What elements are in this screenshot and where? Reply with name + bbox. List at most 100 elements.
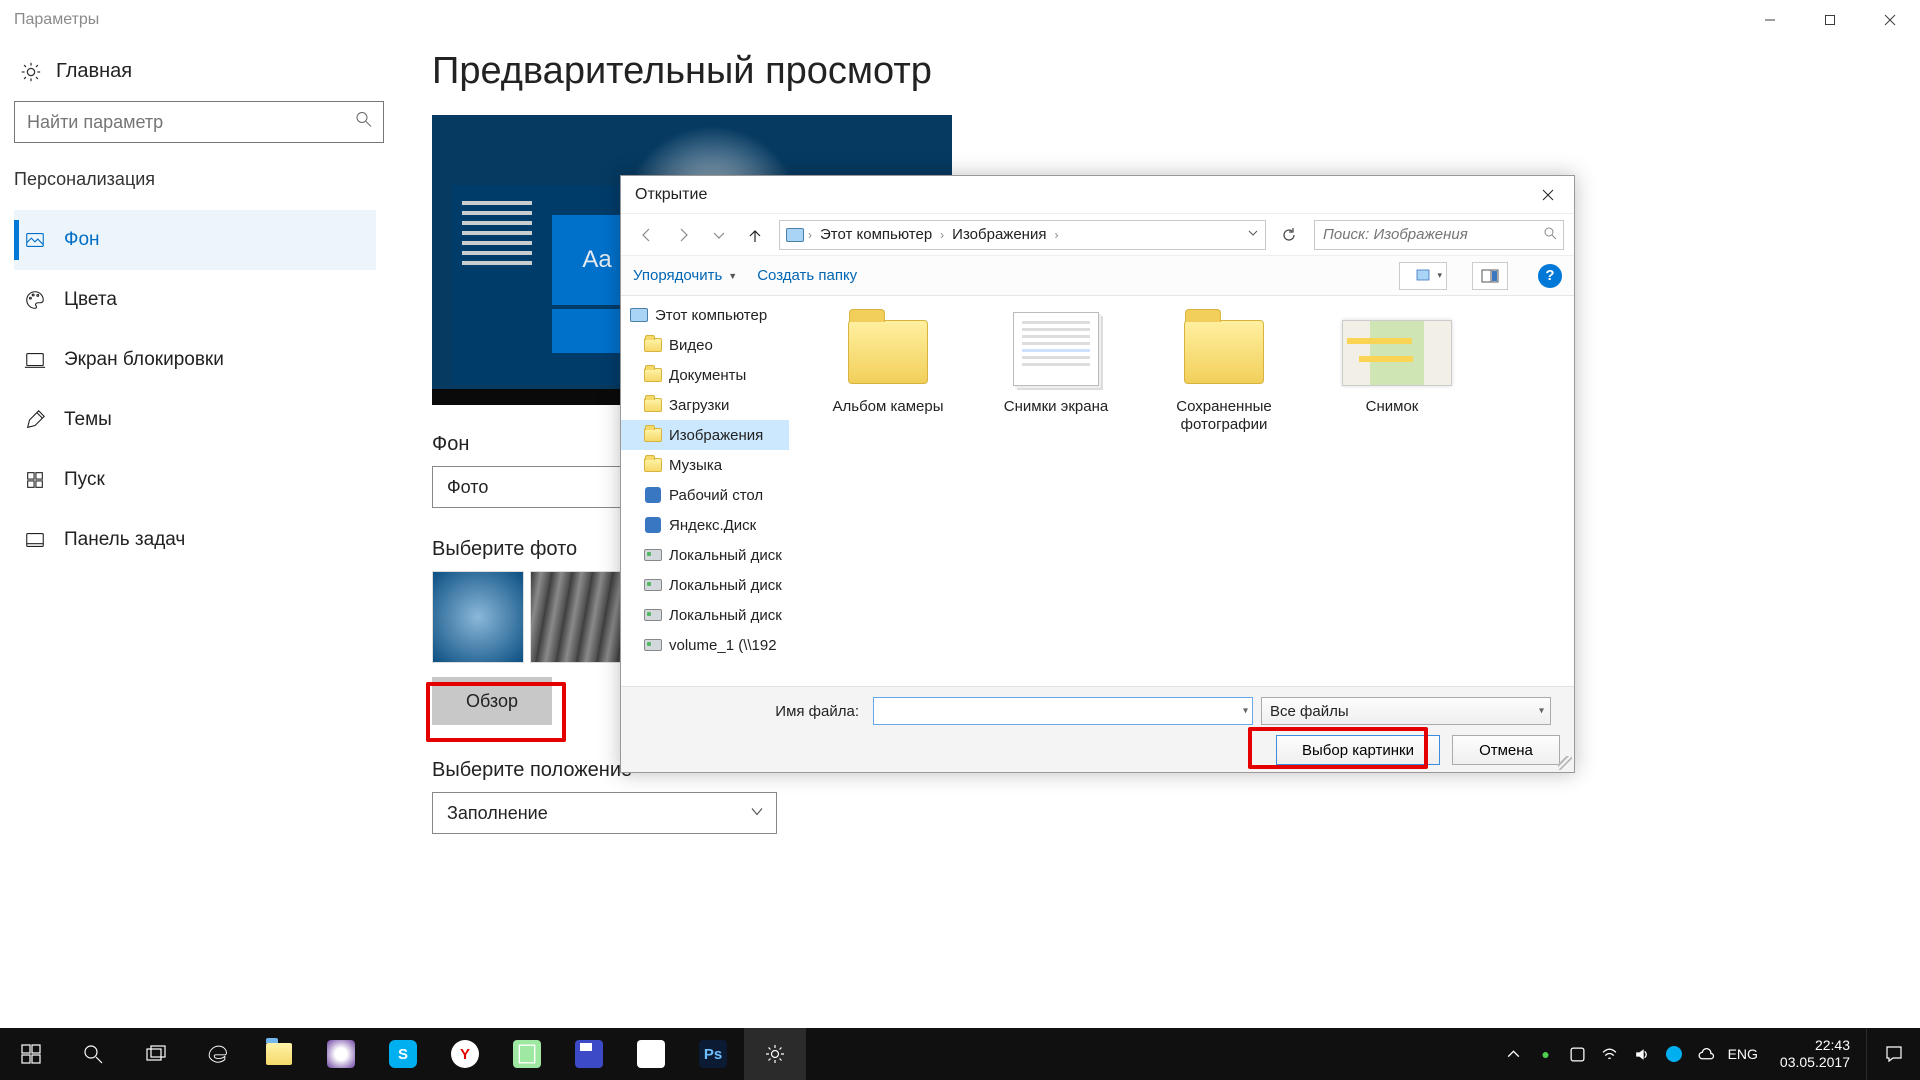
nav-up-button[interactable]	[739, 221, 771, 249]
folder-tree[interactable]: Этот компьютер Видео Документы Загрузки …	[621, 296, 807, 686]
cancel-button[interactable]: Отмена	[1452, 735, 1560, 765]
photo-thumb[interactable]	[530, 571, 622, 663]
tray-clock[interactable]: 22:43 03.05.2017	[1770, 1037, 1860, 1071]
taskbar-explorer[interactable]	[248, 1028, 310, 1080]
nav-item-label: Фон	[64, 229, 100, 251]
organize-button[interactable]: Упорядочить▼	[633, 267, 737, 284]
filename-input[interactable]	[874, 698, 1252, 724]
refresh-button[interactable]	[1274, 227, 1304, 243]
taskbar-photoshop[interactable]: Ps	[682, 1028, 744, 1080]
dialog-close-button[interactable]	[1521, 176, 1574, 213]
nav-lockscreen[interactable]: Экран блокировки	[14, 330, 376, 390]
browse-button[interactable]: Обзор	[432, 677, 552, 725]
nav-item-label: Темы	[64, 409, 112, 431]
taskbar-paint[interactable]	[620, 1028, 682, 1080]
settings-search[interactable]	[14, 101, 384, 143]
dialog-search-input[interactable]	[1315, 221, 1563, 249]
select-picture-button[interactable]: Выбор картинки	[1276, 735, 1440, 765]
tree-this-pc[interactable]: Этот компьютер	[621, 300, 807, 330]
tray-date: 03.05.2017	[1780, 1054, 1850, 1071]
resize-grip[interactable]	[1558, 756, 1572, 770]
filename-label: Имя файла:	[635, 703, 865, 720]
breadcrumb[interactable]: › Этот компьютер › Изображения ›	[779, 220, 1266, 250]
filename-combo[interactable]: ▾	[873, 697, 1253, 725]
minimize-button[interactable]	[1740, 0, 1800, 40]
tray-language[interactable]: ENG	[1728, 1046, 1758, 1062]
taskbar-settings[interactable]	[744, 1028, 806, 1080]
tree-downloads[interactable]: Загрузки	[621, 390, 807, 420]
scrollbar-thumb[interactable]	[789, 296, 807, 516]
view-mode-button[interactable]	[1399, 262, 1447, 290]
fit-select[interactable]: Заполнение	[432, 792, 777, 834]
search-icon	[1543, 226, 1557, 244]
taskbar-save[interactable]	[558, 1028, 620, 1080]
settings-search-input[interactable]	[15, 102, 383, 142]
nav-start[interactable]: Пуск	[14, 450, 376, 510]
background-type-value: Фото	[447, 477, 488, 498]
tree-local-disk[interactable]: Локальный диск	[621, 600, 807, 630]
chevron-down-icon: ▾	[1539, 706, 1544, 717]
fit-value: Заполнение	[447, 803, 548, 824]
scroll-up-button[interactable]: ▲	[789, 296, 807, 314]
filetype-select[interactable]: Все файлы ▾	[1261, 697, 1551, 725]
new-folder-button[interactable]: Создать папку	[757, 267, 857, 284]
nav-colors[interactable]: Цвета	[14, 270, 376, 330]
scroll-down-button[interactable]: ▼	[789, 668, 807, 686]
taskbar-notepad[interactable]	[496, 1028, 558, 1080]
start-button[interactable]	[0, 1028, 62, 1080]
taskbar-skype[interactable]: S	[372, 1028, 434, 1080]
pc-icon	[786, 226, 804, 244]
taskbar-app[interactable]	[310, 1028, 372, 1080]
file-item-snapshot[interactable]: Снимок	[1323, 312, 1461, 434]
file-item-saved-photos[interactable]: Сохраненные фотографии	[1155, 312, 1293, 434]
tray-defender-icon[interactable]	[1568, 1046, 1588, 1063]
tree-pictures[interactable]: Изображения	[621, 420, 807, 450]
file-item-camera-album[interactable]: Альбом камеры	[819, 312, 957, 434]
nav-forward-button[interactable]	[667, 221, 699, 249]
nav-item-label: Экран блокировки	[64, 349, 224, 371]
dialog-search[interactable]	[1314, 220, 1564, 250]
tree-network-volume[interactable]: volume_1 (\\192	[621, 630, 807, 660]
taskbar-yandex[interactable]: Y	[434, 1028, 496, 1080]
nav-themes[interactable]: Темы	[14, 390, 376, 450]
tree-documents[interactable]: Документы	[621, 360, 807, 390]
tray-chevron-icon[interactable]	[1504, 1046, 1524, 1063]
tree-music[interactable]: Музыка	[621, 450, 807, 480]
task-view-button[interactable]	[124, 1028, 186, 1080]
nav-home[interactable]: Главная	[14, 50, 376, 101]
search-icon	[355, 111, 373, 134]
tray-cloud-icon[interactable]	[1696, 1046, 1716, 1063]
nav-item-label: Панель задач	[64, 529, 185, 551]
tray-app-icon[interactable]: ●	[1536, 1046, 1556, 1062]
search-button[interactable]	[62, 1028, 124, 1080]
breadcrumb-leaf[interactable]: Изображения	[948, 226, 1050, 243]
tree-yandex-disk[interactable]: Яндекс.Диск	[621, 510, 807, 540]
nav-recent-button[interactable]	[703, 221, 735, 249]
chevron-down-icon	[750, 803, 764, 824]
photo-thumb[interactable]	[432, 571, 524, 663]
breadcrumb-root[interactable]: Этот компьютер	[816, 226, 936, 243]
titlebar: Параметры	[0, 0, 1920, 40]
file-list[interactable]: Альбом камеры Снимки экрана Сохраненные …	[807, 296, 1574, 686]
maximize-button[interactable]	[1800, 0, 1860, 40]
tree-local-disk[interactable]: Локальный диск	[621, 570, 807, 600]
action-center-button[interactable]	[1866, 1028, 1920, 1080]
help-button[interactable]: ?	[1538, 264, 1562, 288]
preview-pane-button[interactable]	[1472, 262, 1508, 290]
tray-wifi-icon[interactable]	[1600, 1046, 1620, 1063]
tray-app-icon[interactable]	[1664, 1046, 1684, 1062]
close-button[interactable]	[1860, 0, 1920, 40]
tree-local-disk[interactable]: Локальный диск	[621, 540, 807, 570]
tray-volume-icon[interactable]	[1632, 1046, 1652, 1063]
nav-background[interactable]: Фон	[14, 210, 376, 270]
taskbar: S Y Ps ● ENG 22:43 03.05.2017	[0, 1028, 1920, 1080]
file-item-screenshots[interactable]: Снимки экрана	[987, 312, 1125, 434]
tree-videos[interactable]: Видео	[621, 330, 807, 360]
window-title: Параметры	[14, 11, 99, 29]
nav-back-button[interactable]	[631, 221, 663, 249]
tree-desktop[interactable]: Рабочий стол	[621, 480, 807, 510]
taskbar-edge[interactable]	[186, 1028, 248, 1080]
breadcrumb-dropdown[interactable]	[1247, 226, 1259, 243]
chevron-down-icon[interactable]: ▾	[1243, 706, 1248, 717]
nav-taskbar[interactable]: Панель задач	[14, 510, 376, 570]
